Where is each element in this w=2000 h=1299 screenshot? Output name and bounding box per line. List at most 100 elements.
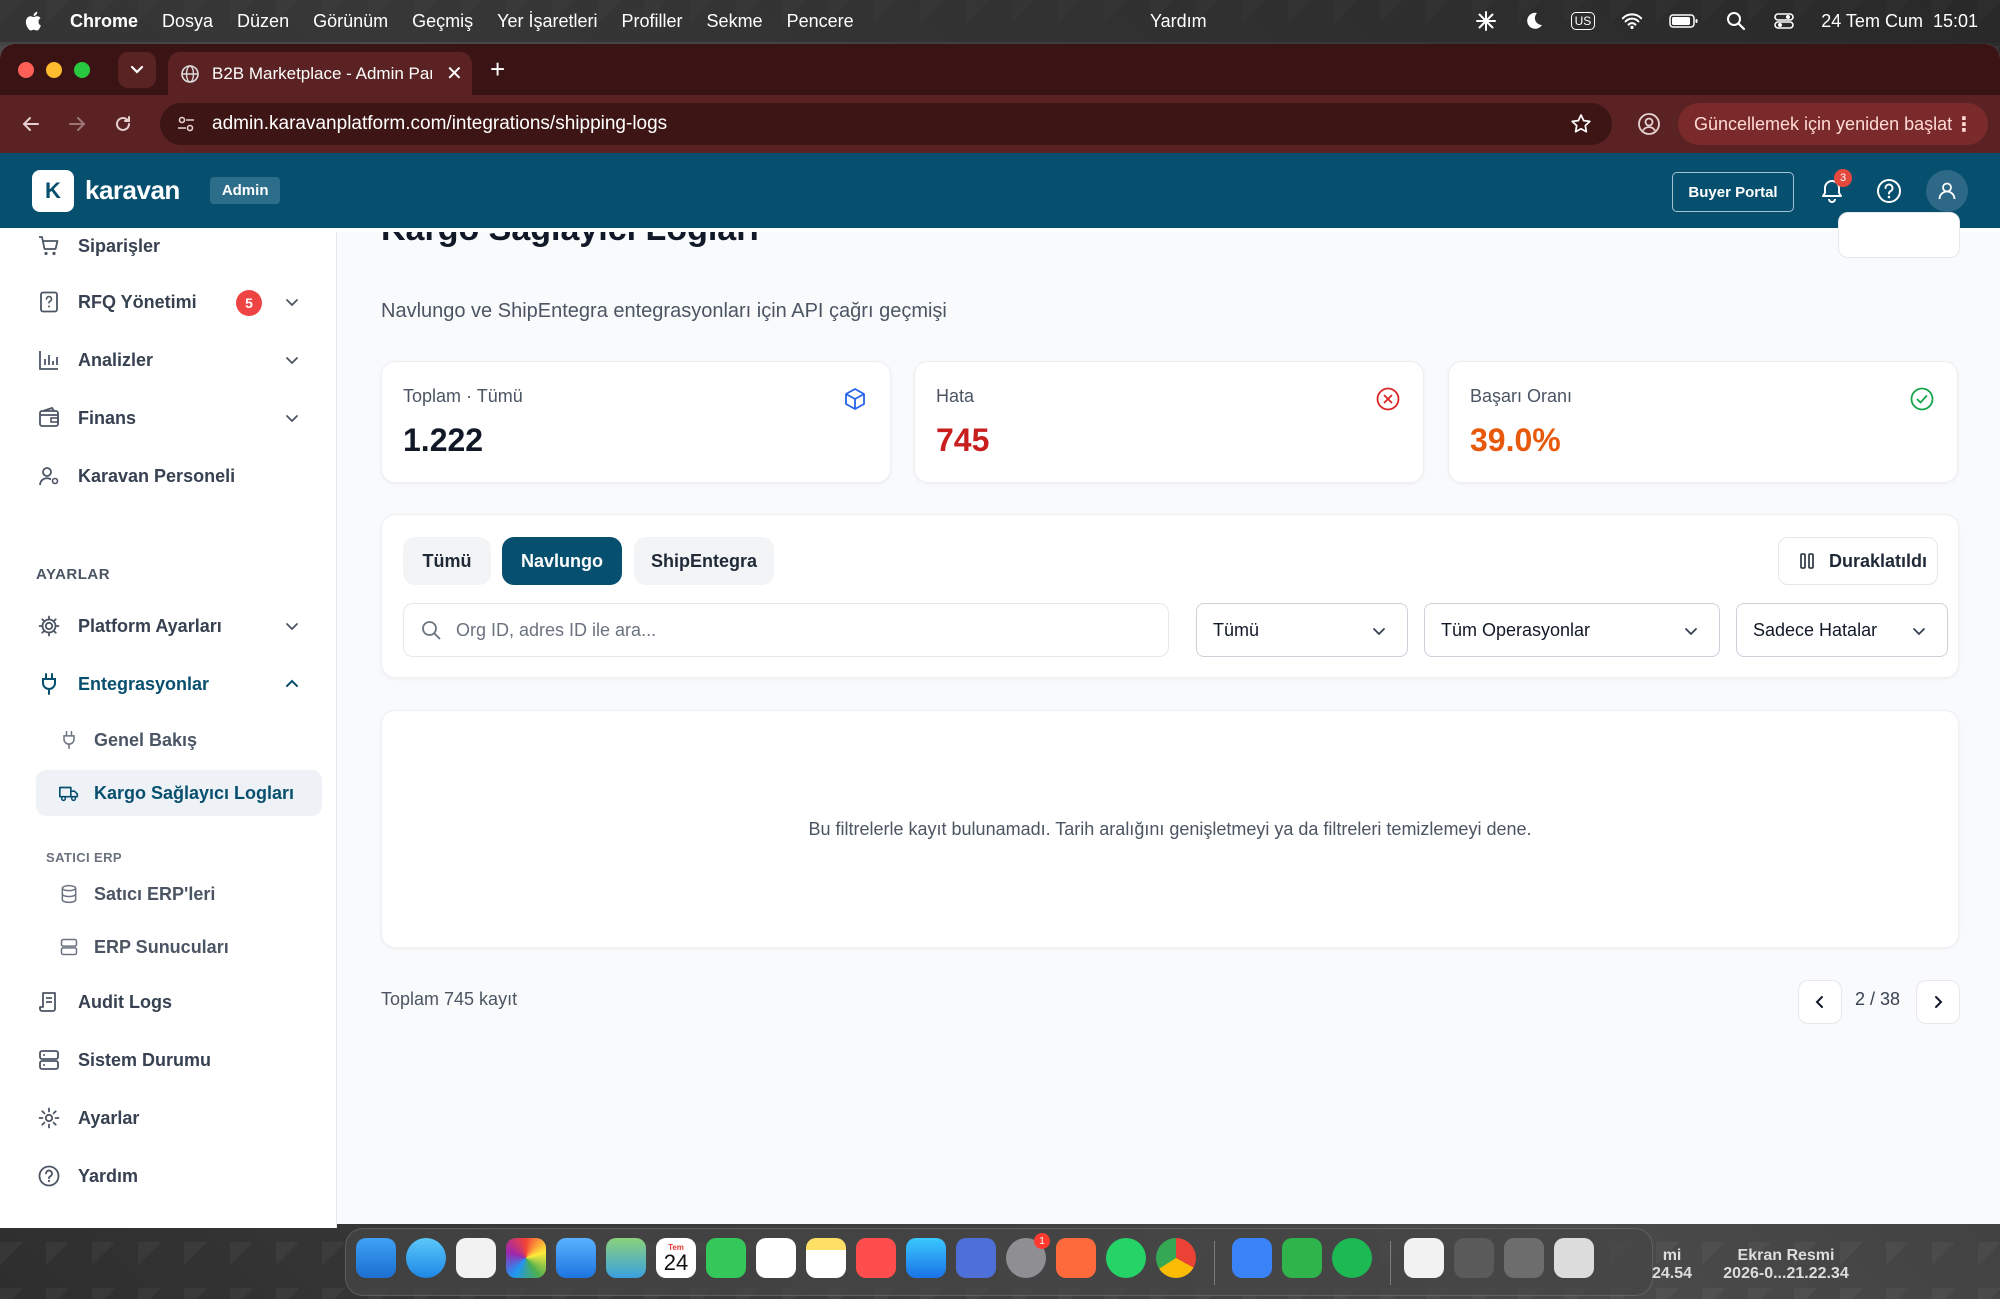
control-center-icon[interactable] — [1773, 11, 1795, 31]
whatsapp-icon[interactable] — [1106, 1238, 1146, 1278]
logo-mark[interactable]: K — [32, 169, 74, 212]
menu-clock[interactable]: 24 Tem Cum 15:01 — [1821, 11, 1978, 32]
mail-icon[interactable] — [556, 1238, 596, 1278]
help-icon[interactable] — [1875, 177, 1903, 205]
wifi-icon[interactable] — [1621, 11, 1643, 31]
provider-tab-navlungo[interactable]: Navlungo — [502, 537, 622, 585]
sidebar-item-orders[interactable]: Siparişler — [36, 226, 326, 266]
chevron-down-icon[interactable] — [282, 408, 302, 428]
apple-icon[interactable] — [24, 10, 44, 32]
finder-icon[interactable] — [356, 1238, 396, 1278]
chevron-up-icon[interactable] — [282, 674, 302, 694]
menu-bookmarks[interactable]: Yer İşaretleri — [497, 11, 597, 32]
reminders-icon[interactable] — [756, 1238, 796, 1278]
sidebar-item-analytics[interactable]: Analizler — [36, 340, 326, 380]
sidebar-item-rfq[interactable]: RFQ Yönetimi 5 — [36, 282, 326, 322]
close-window-button[interactable] — [18, 61, 34, 78]
stat-card-success-rate: Başarı Oranı 39.0% — [1448, 361, 1958, 483]
document-thumbnail[interactable] — [1504, 1238, 1544, 1278]
numbers-icon[interactable] — [1282, 1238, 1322, 1278]
notes-icon[interactable] — [806, 1238, 846, 1278]
menu-file[interactable]: Dosya — [162, 11, 213, 32]
paused-toggle-button[interactable]: Duraklatıldı — [1778, 537, 1938, 585]
safari-icon[interactable] — [406, 1238, 446, 1278]
user-avatar[interactable] — [1926, 170, 1968, 212]
spotify-icon[interactable] — [1332, 1238, 1372, 1278]
forward-arrow-icon[interactable] — [66, 113, 88, 135]
menu-tab[interactable]: Sekme — [707, 11, 763, 32]
sparkle-icon[interactable] — [1475, 11, 1497, 31]
next-page-button[interactable] — [1916, 980, 1960, 1024]
provider-tab-shipentegra[interactable]: ShipEntegra — [634, 537, 774, 585]
claude-icon[interactable] — [1056, 1238, 1096, 1278]
preview-icon[interactable] — [956, 1238, 996, 1278]
minimize-window-button[interactable] — [46, 61, 62, 78]
rocket-app-icon[interactable] — [856, 1238, 896, 1278]
menu-view[interactable]: Görünüm — [313, 11, 388, 32]
menu-window[interactable]: Pencere — [787, 11, 854, 32]
chevron-down-icon[interactable] — [282, 616, 302, 636]
provider-tab-all[interactable]: Tümü — [403, 537, 491, 585]
new-tab-button[interactable]: + — [490, 54, 505, 85]
sidebar-item-finance[interactable]: Finans — [36, 398, 326, 438]
server-icon — [36, 1047, 62, 1073]
errors-only-select[interactable]: Sadece Hatalar — [1736, 603, 1948, 657]
menu-help[interactable]: Yardım — [1150, 11, 1207, 32]
sidebar-item-staff[interactable]: Karavan Personeli — [36, 456, 326, 496]
search-input[interactable] — [456, 619, 1136, 641]
zoom-window-button[interactable] — [74, 61, 90, 78]
chevron-down-icon[interactable] — [282, 292, 302, 312]
sidebar-item-system-status[interactable]: Sistem Durumu — [36, 1040, 326, 1080]
sidebar-subitem-general-overview[interactable]: Genel Bakış — [58, 720, 318, 760]
phone-icon[interactable] — [706, 1238, 746, 1278]
keyboard-layout-badge[interactable]: US — [1570, 12, 1596, 30]
photos-icon[interactable] — [506, 1238, 546, 1278]
profile-icon[interactable] — [1636, 111, 1662, 137]
menu-app-name[interactable]: Chrome — [70, 11, 138, 32]
reload-icon[interactable] — [112, 113, 134, 135]
sidebar-subitem-erp-servers[interactable]: ERP Sunucuları — [58, 927, 318, 967]
site-settings-icon[interactable] — [176, 114, 196, 134]
moon-icon[interactable] — [1523, 11, 1545, 31]
update-restart-button[interactable]: Güncellemek için yeniden başlat ⋮ — [1678, 103, 1988, 145]
url-text[interactable]: admin.karavanplatform.com/integrations/s… — [212, 113, 667, 135]
trash-icon[interactable] — [1554, 1238, 1594, 1278]
menu-edit[interactable]: Düzen — [237, 11, 289, 32]
launchpad-icon[interactable] — [456, 1238, 496, 1278]
tab-search-button[interactable] — [118, 51, 156, 88]
sidebar-item-settings[interactable]: Ayarlar — [36, 1098, 326, 1138]
more-menu-icon[interactable]: ⋮ — [1954, 112, 1974, 137]
back-arrow-icon[interactable] — [20, 113, 42, 135]
bookmark-star-icon[interactable] — [1570, 113, 1592, 135]
chrome-icon[interactable] — [1156, 1238, 1196, 1278]
document-thumbnail[interactable] — [1404, 1238, 1444, 1278]
close-tab-icon[interactable]: ✕ — [446, 61, 463, 86]
menu-history[interactable]: Geçmiş — [412, 11, 473, 32]
sidebar-subitem-shipping-logs[interactable]: Kargo Sağlayıcı Logları — [36, 770, 322, 816]
address-bar[interactable]: admin.karavanplatform.com/integrations/s… — [160, 103, 1612, 145]
menu-profiles[interactable]: Profiller — [622, 11, 683, 32]
sidebar-item-audit-logs[interactable]: Audit Logs — [36, 982, 326, 1022]
app-store-icon[interactable] — [906, 1238, 946, 1278]
chevron-down-icon[interactable] — [282, 350, 302, 370]
maps-icon[interactable] — [606, 1238, 646, 1278]
browser-tab-active[interactable]: B2B Marketplace - Admin Panel ✕ — [168, 52, 472, 95]
previous-page-button[interactable] — [1798, 980, 1842, 1024]
document-thumbnail[interactable] — [1454, 1238, 1494, 1278]
operation-select[interactable]: Tüm Operasyonlar — [1424, 603, 1720, 657]
spotlight-search-icon[interactable] — [1725, 11, 1747, 31]
scroll-icon — [36, 989, 62, 1015]
search-field[interactable] — [403, 603, 1169, 657]
status-select[interactable]: Tümü — [1196, 603, 1408, 657]
logo-text[interactable]: karavan — [85, 175, 180, 206]
calendar-icon[interactable]: Tem 24 — [656, 1238, 696, 1278]
sidebar-item-platform-settings[interactable]: Platform Ayarları — [36, 606, 326, 646]
buyer-portal-button[interactable]: Buyer Portal — [1672, 172, 1794, 212]
sidebar-item-help[interactable]: Yardım — [36, 1156, 326, 1196]
battery-icon[interactable] — [1669, 11, 1699, 31]
sidebar-subitem-seller-erps[interactable]: Satıcı ERP'leri — [58, 874, 318, 914]
header-action-button[interactable] — [1838, 212, 1960, 258]
finder-app-icon[interactable] — [1232, 1238, 1272, 1278]
sidebar-item-integrations[interactable]: Entegrasyonlar — [36, 664, 326, 704]
window-controls — [18, 61, 90, 78]
